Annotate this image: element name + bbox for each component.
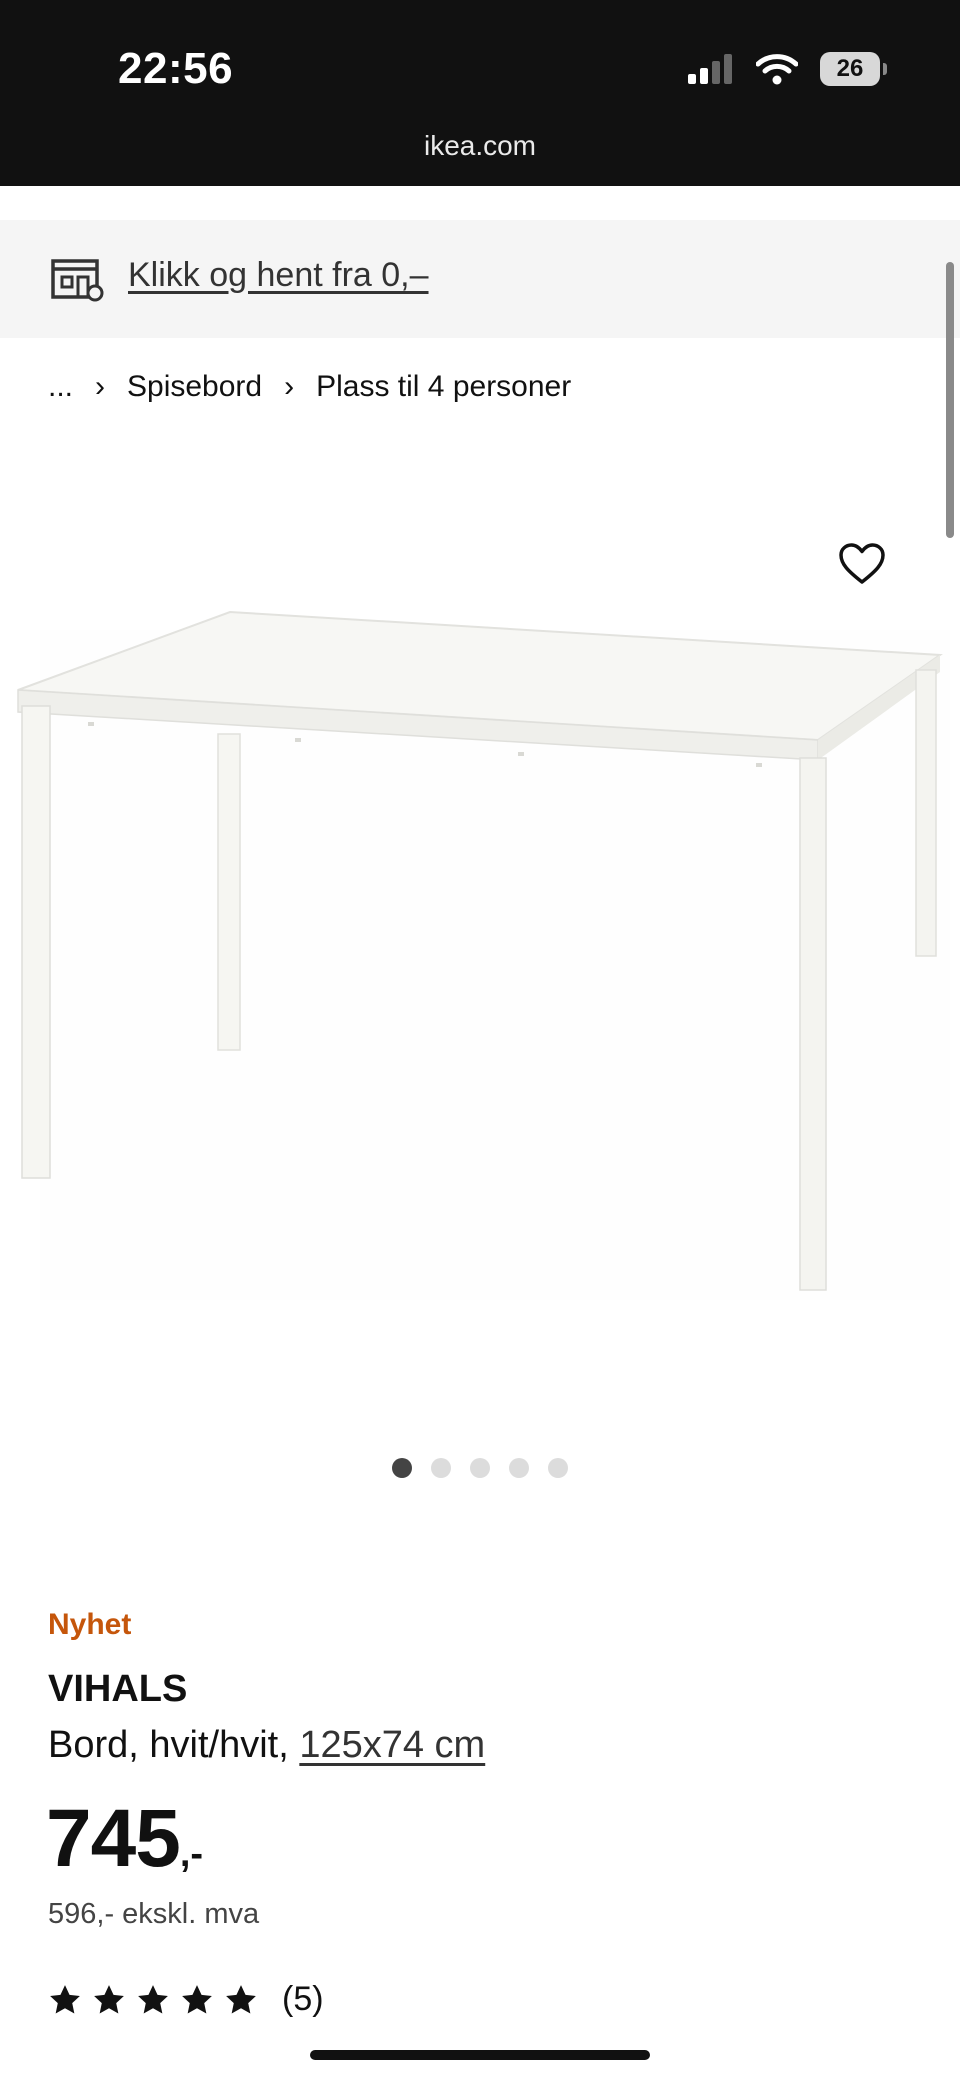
product-rating[interactable]: (5) — [48, 1980, 324, 2019]
status-bar: 22:56 26 ikea.com — [0, 0, 960, 186]
star-icon — [182, 1984, 212, 2013]
price-suffix: ,- — [179, 1833, 204, 1875]
store-pickup-icon — [51, 259, 104, 302]
address-bar-url[interactable]: ikea.com — [0, 130, 960, 162]
breadcrumb-item-spisebord[interactable]: Spisebord — [127, 370, 262, 404]
wifi-icon — [756, 54, 798, 85]
star-icon — [94, 1984, 124, 2013]
price-integer: 745 — [46, 1793, 181, 1884]
price-excl-vat: 596,- ekskl. mva — [48, 1898, 260, 1930]
carousel-dot[interactable] — [470, 1458, 490, 1478]
home-indicator[interactable] — [310, 2050, 650, 2060]
product-price: 745 ,- — [46, 1792, 203, 1886]
star-icon — [138, 1984, 168, 2013]
click-collect-banner[interactable]: Klikk og hent fra 0,– — [0, 220, 960, 338]
signal-icon — [688, 54, 732, 84]
review-count[interactable]: (5) — [282, 1980, 324, 2019]
breadcrumb-ellipsis[interactable]: ... — [48, 370, 73, 404]
star-icon — [50, 1984, 80, 2013]
favorite-heart-icon[interactable] — [838, 542, 886, 586]
status-time: 22:56 — [118, 44, 234, 93]
carousel-dot[interactable] — [431, 1458, 451, 1478]
battery-indicator: 26 — [820, 52, 887, 86]
breadcrumb-item-current[interactable]: Plass til 4 personer — [316, 370, 571, 404]
product-description-text: Bord, hvit/hvit, — [48, 1724, 300, 1766]
product-description: Bord, hvit/hvit, 125x74 cm — [48, 1724, 485, 1767]
carousel-dot[interactable] — [509, 1458, 529, 1478]
image-carousel-dots — [392, 1458, 568, 1478]
carousel-dot[interactable] — [548, 1458, 568, 1478]
product-dimensions-link[interactable]: 125x74 cm — [299, 1724, 485, 1766]
product-name: VIHALS — [48, 1668, 188, 1710]
click-collect-link[interactable]: Klikk og hent fra 0,– — [128, 256, 429, 295]
page-scrollbar[interactable] — [946, 262, 954, 538]
star-icon — [226, 1984, 256, 2013]
new-badge: Nyhet — [48, 1608, 132, 1641]
carousel-dot[interactable] — [392, 1458, 412, 1478]
breadcrumb: ... › Spisebord › Plass til 4 personer — [48, 370, 571, 404]
product-image[interactable] — [0, 600, 960, 1320]
status-icons: 26 — [688, 52, 887, 86]
chevron-right-icon: › — [284, 370, 295, 403]
chevron-right-icon: › — [95, 370, 106, 403]
